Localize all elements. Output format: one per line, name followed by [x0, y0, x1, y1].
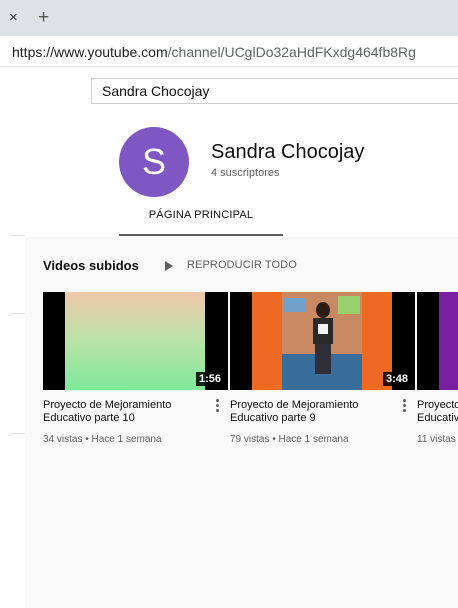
youtube-masthead — [0, 67, 458, 113]
video-title[interactable]: Proyecto de Mejoramiento Educativo — [417, 399, 458, 425]
video-title[interactable]: Proyecto de Mejoramiento Educativo parte… — [230, 399, 395, 425]
thumbnail-image — [439, 292, 458, 390]
video-card[interactable]: 3:48 Proyecto de Mejoramiento Educativo … — [230, 292, 415, 452]
guide-divider — [10, 313, 25, 314]
search-input[interactable] — [102, 83, 402, 99]
section-title[interactable]: Videos subidos — [43, 258, 139, 273]
guide-divider — [10, 433, 25, 434]
more-options-icon[interactable] — [400, 399, 408, 415]
video-duration: 1:56 — [195, 372, 224, 386]
browser-tab-strip: × + — [0, 0, 458, 36]
video-thumbnail[interactable] — [417, 292, 458, 390]
play-all-label: REPRODUCIR TODO — [187, 259, 297, 271]
tab-home[interactable]: PÁGINA PRINCIPAL — [119, 203, 283, 236]
video-meta: 79 vistas • Hace 1 semana — [230, 434, 349, 445]
search-box[interactable] — [91, 78, 458, 104]
video-title[interactable]: Proyecto de Mejoramiento Educativo parte… — [43, 399, 208, 425]
close-tab-icon[interactable]: × — [9, 10, 18, 25]
video-meta: 34 vistas • Hace 1 semana — [43, 434, 162, 445]
video-thumbnail[interactable]: 1:56 — [43, 292, 228, 390]
new-tab-button[interactable]: + — [38, 8, 49, 27]
video-meta: 11 vistas — [417, 434, 456, 445]
guide-divider — [10, 235, 25, 236]
url-text[interactable]: https://www.youtube.com/channel/UCglDo32… — [12, 44, 416, 60]
url-path: /channel/UCglDo32aHdFKxdg464fb8Rg — [167, 44, 416, 60]
video-thumbnail[interactable]: 3:48 — [230, 292, 415, 390]
left-guide-rail — [0, 113, 25, 608]
more-options-icon[interactable] — [213, 399, 221, 415]
channel-header: S Sandra Chocojay 4 suscriptores PÁGINA … — [25, 113, 458, 237]
channel-name: Sandra Chocojay — [211, 141, 365, 163]
url-host: https://www.youtube.com — [12, 44, 168, 60]
thumbnail-image — [65, 292, 205, 390]
play-icon — [165, 261, 173, 271]
video-card[interactable]: Proyecto de Mejoramiento Educativo 11 vi… — [417, 292, 458, 452]
video-card[interactable]: 1:56 Proyecto de Mejoramiento Educativo … — [43, 292, 228, 452]
channel-content: Videos subidos REPRODUCIR TODO 1:56 Proy… — [25, 237, 458, 608]
address-bar[interactable]: https://www.youtube.com/channel/UCglDo32… — [0, 36, 458, 67]
channel-avatar[interactable]: S — [119, 127, 189, 197]
classroom-scene — [282, 292, 362, 390]
subscriber-count: 4 suscriptores — [211, 167, 280, 179]
video-duration: 3:48 — [382, 372, 411, 386]
thumbnail-image — [252, 292, 392, 390]
